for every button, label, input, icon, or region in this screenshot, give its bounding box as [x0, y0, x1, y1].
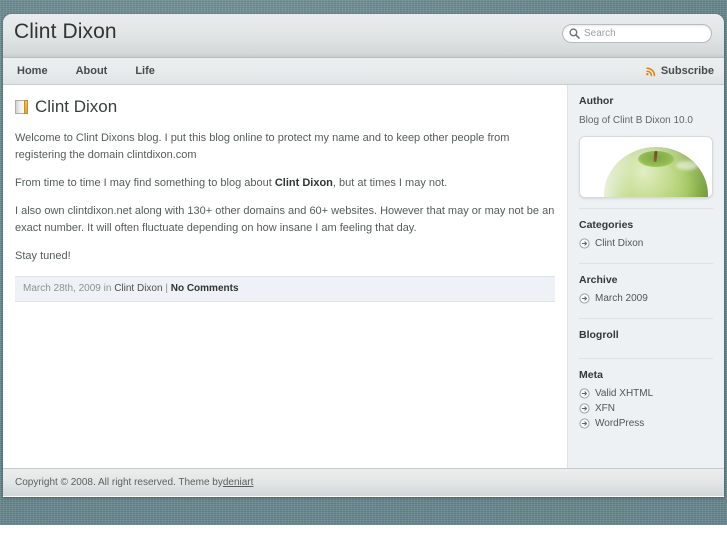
search-icon — [569, 28, 580, 39]
widget-title-meta: Meta — [579, 369, 603, 381]
list-item[interactable]: WordPress — [579, 418, 713, 429]
meta-link-valid-xhtml[interactable]: Valid XHTML — [595, 388, 653, 399]
subscribe-label: Subscribe — [660, 65, 714, 77]
archive-list: March 2009 — [579, 293, 713, 304]
list-item[interactable]: March 2009 — [579, 293, 713, 304]
post-title-label: Clint Dixon — [35, 97, 118, 116]
post-meta-bar: March 28th, 2009 in Clint Dixon | No Com… — [15, 276, 555, 302]
post-paragraph-4: Stay tuned! — [15, 250, 71, 262]
body-split: Clint Dixon Welcome to Clint Dixons blog… — [3, 85, 724, 468]
nav-item-about[interactable]: About — [62, 58, 122, 84]
sidebar-widget-blogroll: Blogroll — [579, 318, 713, 358]
post-category-link[interactable]: Clint Dixon — [114, 283, 162, 294]
post-paragraph-1: Welcome to Clint Dixons blog. I put this… — [15, 132, 510, 161]
rss-icon — [645, 66, 655, 76]
post-paragraph-2: From time to time I may find something t… — [15, 175, 555, 192]
widget-title-author: Author — [579, 95, 614, 107]
arrow-circle-icon — [579, 418, 590, 429]
site-footer: Copyright © 2008. All right reserved. Th… — [3, 468, 724, 496]
sidebar-widget-archive: Archive March 2009 — [579, 263, 713, 318]
sidebar-widget-author: Author Blog of Clint B Dixon 10.0 — [579, 95, 713, 208]
search-input[interactable] — [584, 26, 716, 41]
author-description: Blog of Clint B Dixon 10.0 — [579, 115, 693, 126]
page-backdrop: Clint Dixon Home About Life — [0, 0, 727, 525]
site-header: Clint Dixon — [3, 14, 724, 58]
site-container: Clint Dixon Home About Life — [3, 14, 724, 497]
para2-bold: Clint Dixon — [274, 177, 333, 189]
archive-link-march-2009[interactable]: March 2009 — [595, 293, 648, 304]
nav-item-life[interactable]: Life — [121, 58, 169, 84]
author-photo — [579, 136, 713, 198]
meta-link-xfn[interactable]: XFN — [595, 403, 615, 414]
meta-link-wordpress[interactable]: WordPress — [595, 418, 644, 429]
list-item[interactable]: Clint Dixon — [579, 238, 713, 249]
nav-item-home[interactable]: Home — [3, 58, 62, 84]
sidebar-widget-categories: Categories Clint Dixon — [579, 208, 713, 263]
para2-before: From time to time I may find something t… — [15, 177, 275, 189]
nav-link-home[interactable]: Home — [3, 58, 62, 84]
copyright-text: Copyright © 2008. All right reserved. Th… — [15, 477, 223, 488]
post-title: Clint Dixon — [15, 97, 555, 117]
nav-link-about[interactable]: About — [62, 58, 122, 84]
post-date: March 28th, 2009 — [23, 283, 101, 294]
nav-list: Home About Life — [3, 58, 724, 84]
arrow-circle-icon — [579, 238, 590, 249]
arrow-circle-icon — [579, 403, 590, 414]
category-link-clint-dixon[interactable]: Clint Dixon — [595, 238, 643, 249]
arrow-circle-icon — [579, 388, 590, 399]
widget-title-blogroll: Blogroll — [579, 329, 619, 341]
sidebar: Author Blog of Clint B Dixon 10.0 Catego… — [567, 85, 724, 468]
para2-after: , but at times I may not. — [332, 177, 448, 189]
post-meta-separator: | — [165, 283, 168, 294]
subscribe-link[interactable]: Subscribe — [645, 58, 714, 84]
post-meta-in: in — [103, 283, 112, 294]
categories-list: Clint Dixon — [579, 238, 713, 249]
list-item[interactable]: XFN — [579, 403, 713, 414]
meta-list: Valid XHTML XFN WordPress — [579, 388, 713, 429]
widget-title-archive: Archive — [579, 274, 618, 286]
sidebar-widget-meta: Meta Valid XHTML XFN WordPress — [579, 358, 713, 443]
book-icon — [15, 100, 28, 114]
site-title[interactable]: Clint Dixon — [14, 20, 117, 44]
widget-title-categories: Categories — [579, 219, 634, 231]
post-comments-link[interactable]: No Comments — [171, 283, 239, 294]
main-content: Clint Dixon Welcome to Clint Dixons blog… — [3, 85, 567, 468]
main-navigation: Home About Life Subscribe — [3, 58, 724, 85]
post-paragraph-3: I also own clintdixon.net along with 130… — [15, 205, 555, 234]
arrow-circle-icon — [579, 293, 590, 304]
nav-link-life[interactable]: Life — [121, 58, 169, 84]
list-item[interactable]: Valid XHTML — [579, 388, 713, 399]
theme-author-link[interactable]: deniart — [223, 477, 254, 488]
search-box[interactable] — [562, 24, 716, 43]
